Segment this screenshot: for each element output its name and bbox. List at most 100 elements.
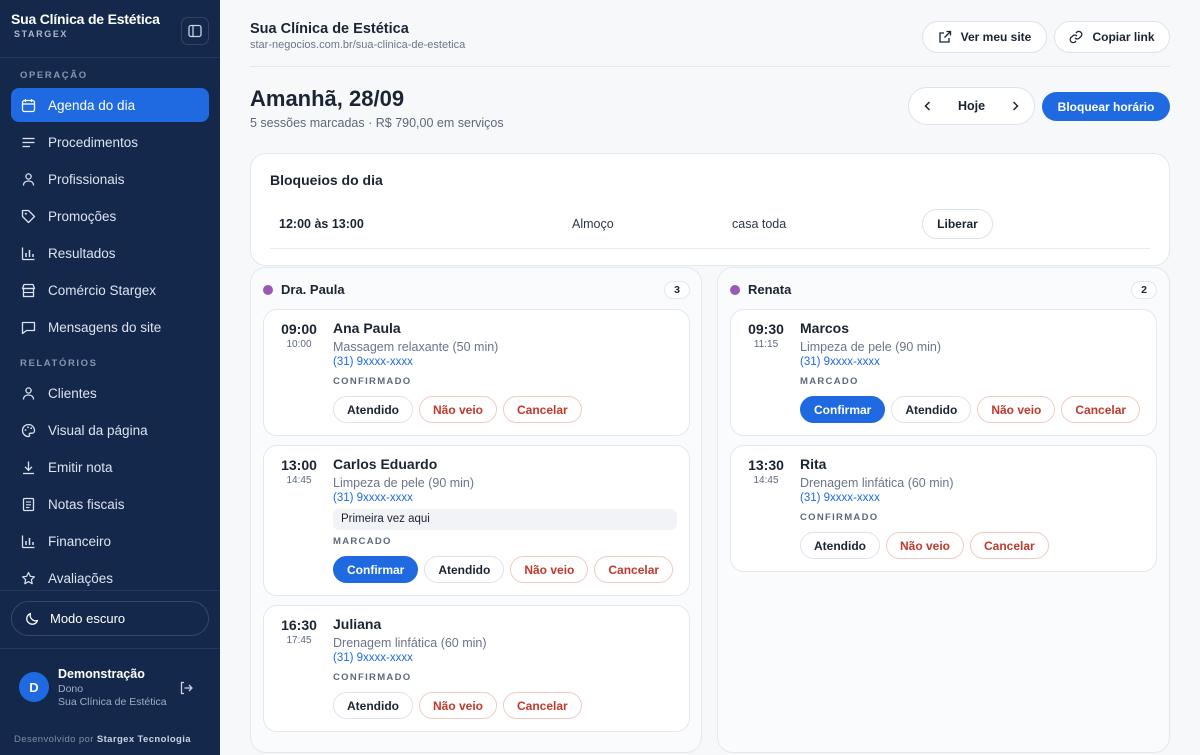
day-navigation: Hoje <box>908 87 1035 125</box>
sidebar-item-label: Visual da página <box>48 422 148 438</box>
appointment-start-time: 16:30 <box>281 617 317 633</box>
sidebar-item-comercio[interactable]: Comércio Stargex <box>11 273 209 307</box>
sidebar-item-clientes[interactable]: Clientes <box>11 376 209 410</box>
view-site-button[interactable]: Ver meu site <box>922 21 1047 53</box>
copy-link-button[interactable]: Copiar link <box>1054 21 1170 53</box>
client-phone[interactable]: (31) 9xxxx-xxxx <box>800 356 880 368</box>
sidebar-item-profissionais[interactable]: Profissionais <box>11 162 209 196</box>
appointment-card[interactable]: 13:00 14:45 Carlos Eduardo Limpeza de pe… <box>263 445 690 596</box>
sidebar-item-financeiro[interactable]: Financeiro <box>11 524 209 558</box>
dark-mode-label: Modo escuro <box>50 611 126 626</box>
download-icon <box>20 459 36 475</box>
footer-credit: Desenvolvido por Stargex Tecnologia <box>14 734 191 745</box>
bar-chart-icon <box>20 533 36 549</box>
sidebar-item-label: Resultados <box>48 245 116 261</box>
attended-button[interactable]: Atendido <box>800 532 880 559</box>
no-show-button[interactable]: Não veio <box>977 396 1056 423</box>
palette-icon <box>20 422 36 438</box>
appointment-start-time: 13:30 <box>748 457 784 473</box>
block-reason: Almoço <box>572 217 614 231</box>
next-day-button[interactable] <box>1008 99 1022 113</box>
logout-button[interactable] <box>178 680 194 696</box>
calendar-icon <box>20 97 36 113</box>
appointment-actions: Atendido Não veio Cancelar <box>333 396 582 423</box>
professional-name: Dra. Paula <box>281 282 345 297</box>
sidebar-item-notas-fiscais[interactable]: Notas fiscais <box>11 487 209 521</box>
day-blocks-card: Bloqueios do dia 12:00 às 13:00 Almoço c… <box>250 153 1170 266</box>
confirm-button[interactable]: Confirmar <box>333 556 419 583</box>
no-show-button[interactable]: Não veio <box>419 692 498 719</box>
site-url: star-negocios.com.br/sua-clinica-de-este… <box>250 39 466 51</box>
column-header: Dra. Paula 3 <box>263 281 690 299</box>
brand-subtitle: STARGEX <box>14 29 69 39</box>
block-scope: casa toda <box>732 217 787 231</box>
cancel-button[interactable]: Cancelar <box>594 556 674 583</box>
client-name: Marcos <box>800 320 850 336</box>
client-phone[interactable]: (31) 9xxxx-xxxx <box>800 492 880 504</box>
appointment-card[interactable]: 16:30 17:45 Juliana Drenagem linfática (… <box>263 605 690 732</box>
appointment-end-time: 14:45 <box>286 475 312 486</box>
sidebar-item-agenda[interactable]: Agenda do dia <box>11 88 209 122</box>
appointment-actions: Confirmar Atendido Não veio Cancelar <box>800 396 1141 423</box>
client-phone[interactable]: (31) 9xxxx-xxxx <box>333 356 413 368</box>
release-block-button[interactable]: Liberar <box>922 209 993 239</box>
appointment-actions: Atendido Não veio Cancelar <box>800 532 1049 559</box>
professional-color-dot <box>730 285 740 295</box>
user-clinic: Sua Clínica de Estética <box>58 696 167 708</box>
service-name: Limpeza de pele (90 min) <box>800 340 942 354</box>
page-title: Sua Clínica de Estética <box>250 21 409 37</box>
appointment-note: Primeira vez aqui <box>333 509 677 530</box>
sidebar-item-visual[interactable]: Visual da página <box>11 413 209 447</box>
cancel-button[interactable]: Cancelar <box>970 532 1049 559</box>
user-name: Demonstração <box>58 667 145 681</box>
dark-mode-toggle[interactable]: Modo escuro <box>11 601 209 636</box>
view-site-label: Ver meu site <box>960 30 1032 44</box>
appointment-card[interactable]: 13:30 14:45 Rita Drenagem linfática (60 … <box>730 445 1157 572</box>
block-time-button[interactable]: Bloquear horário <box>1042 92 1170 121</box>
appointment-start-time: 09:30 <box>748 321 784 337</box>
client-phone[interactable]: (31) 9xxxx-xxxx <box>333 492 413 504</box>
appointment-status: CONFIRMADO <box>333 376 412 387</box>
no-show-button[interactable]: Não veio <box>419 396 498 423</box>
cancel-button[interactable]: Cancelar <box>503 396 582 423</box>
copy-link-label: Copiar link <box>1092 30 1155 44</box>
bar-chart-icon <box>20 245 36 261</box>
cancel-button[interactable]: Cancelar <box>503 692 582 719</box>
no-show-button[interactable]: Não veio <box>510 556 589 583</box>
appointment-status: CONFIRMADO <box>800 512 879 523</box>
appointment-end-time: 17:45 <box>286 635 312 646</box>
sidebar-item-label: Agenda do dia <box>48 97 136 113</box>
header-divider <box>250 66 1170 67</box>
client-phone[interactable]: (31) 9xxxx-xxxx <box>333 652 413 664</box>
previous-day-button[interactable] <box>921 99 935 113</box>
sidebar-item-procedimentos[interactable]: Procedimentos <box>11 125 209 159</box>
attended-button[interactable]: Atendido <box>891 396 972 423</box>
sidebar-item-label: Clientes <box>48 385 97 401</box>
professional-column: Dra. Paula 3 09:00 10:00 Ana Paula Massa… <box>250 267 702 753</box>
no-show-button[interactable]: Não veio <box>886 532 965 559</box>
sidebar-item-label: Comércio Stargex <box>48 282 157 298</box>
user-icon <box>20 171 36 187</box>
confirm-button[interactable]: Confirmar <box>800 396 886 423</box>
sidebar-item-mensagens[interactable]: Mensagens do site <box>11 310 209 344</box>
sidebar-toggle-icon <box>188 24 202 38</box>
appointment-card[interactable]: 09:00 10:00 Ana Paula Massagem relaxante… <box>263 309 690 436</box>
attended-button[interactable]: Atendido <box>424 556 505 583</box>
section-label-relatorios: RELATÓRIOS <box>20 358 98 369</box>
sidebar-item-promocoes[interactable]: Promoções <box>11 199 209 233</box>
collapse-sidebar-button[interactable] <box>181 17 209 45</box>
section-label-operacao: OPERAÇÃO <box>20 70 88 81</box>
sidebar-item-label: Profissionais <box>48 171 125 187</box>
service-name: Massagem relaxante (50 min) <box>333 340 499 354</box>
sidebar-item-emitir-nota[interactable]: Emitir nota <box>11 450 209 484</box>
cancel-button[interactable]: Cancelar <box>1061 396 1141 423</box>
appointment-count-badge: 2 <box>1131 281 1157 299</box>
appointment-card[interactable]: 09:30 11:15 Marcos Limpeza de pele (90 m… <box>730 309 1157 436</box>
attended-button[interactable]: Atendido <box>333 396 413 423</box>
column-header: Renata 2 <box>730 281 1157 299</box>
sidebar-item-resultados[interactable]: Resultados <box>11 236 209 270</box>
attended-button[interactable]: Atendido <box>333 692 413 719</box>
chevron-left-icon <box>924 101 931 111</box>
block-row: 12:00 às 13:00 Almoço casa toda Liberar <box>270 207 1150 249</box>
today-button[interactable]: Hoje <box>958 99 985 113</box>
